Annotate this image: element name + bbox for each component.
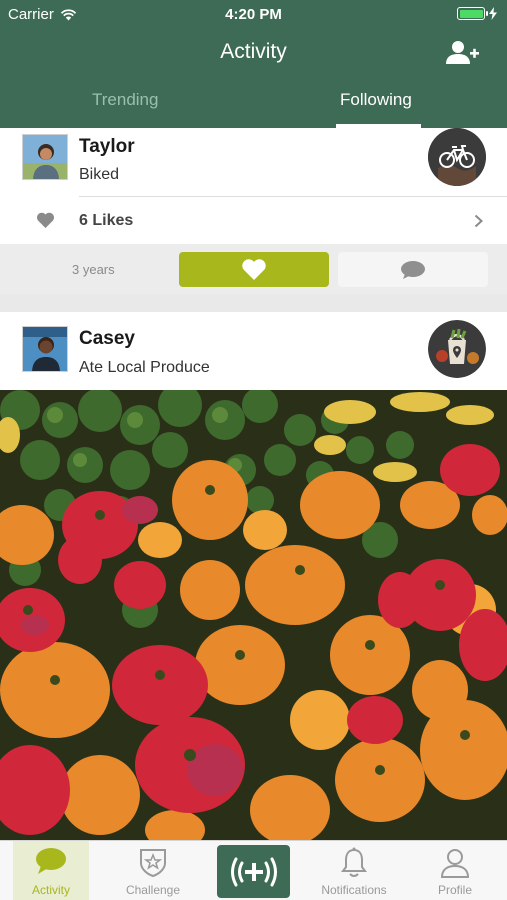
avatar[interactable] bbox=[22, 326, 68, 372]
tab-profile[interactable]: Profile bbox=[410, 841, 500, 900]
charging-bolt-icon bbox=[489, 7, 497, 20]
like-button[interactable] bbox=[179, 252, 329, 287]
tab-label: Challenge bbox=[125, 883, 181, 897]
bicycle-icon bbox=[428, 128, 486, 186]
app-header: Carrier 4:20 PM Activity Trending Follow… bbox=[0, 0, 507, 128]
tab-challenge[interactable]: Challenge bbox=[108, 841, 198, 900]
comment-button[interactable] bbox=[338, 252, 488, 287]
user-name[interactable]: Casey bbox=[79, 328, 135, 350]
battery-indicator bbox=[457, 7, 497, 20]
tab-activity[interactable]: Activity bbox=[13, 841, 89, 900]
activity-type: Ate Local Produce bbox=[79, 359, 210, 376]
add-action-button[interactable] bbox=[217, 845, 290, 898]
status-bar: Carrier 4:20 PM bbox=[0, 0, 507, 28]
produce-basket-icon bbox=[428, 320, 486, 378]
heart-icon bbox=[242, 258, 266, 280]
tab-label: Activity bbox=[31, 883, 70, 897]
page-title: Activity bbox=[220, 40, 287, 63]
tomatoes-photo[interactable] bbox=[0, 390, 507, 840]
action-row: 3 years bbox=[0, 244, 507, 294]
status-time: 4:20 PM bbox=[225, 6, 282, 23]
person-icon bbox=[440, 849, 470, 878]
avatar[interactable] bbox=[22, 134, 68, 180]
speech-bubble-icon bbox=[36, 848, 66, 874]
feed-card[interactable]: Casey Ate Local Produce bbox=[0, 312, 507, 390]
star-shield-icon bbox=[140, 849, 166, 877]
tab-label: Profile bbox=[437, 883, 472, 897]
tab-label: Notifications bbox=[321, 883, 387, 897]
bottom-tab-bar: Activity Challenge Notifications Profile bbox=[0, 840, 507, 900]
add-action-icon bbox=[230, 857, 277, 886]
tab-notifications[interactable]: Notifications bbox=[309, 841, 399, 900]
feed-card[interactable]: Taylor Biked 6 Likes bbox=[0, 128, 507, 244]
bell-icon bbox=[341, 847, 367, 877]
divider bbox=[79, 196, 507, 197]
heart-icon bbox=[36, 212, 55, 228]
user-name[interactable]: Taylor bbox=[79, 136, 135, 158]
battery-icon bbox=[457, 7, 488, 20]
add-friend-icon[interactable] bbox=[444, 38, 480, 68]
tab-following[interactable]: Following bbox=[340, 90, 412, 110]
timestamp: 3 years bbox=[72, 262, 115, 277]
comment-icon bbox=[401, 260, 425, 279]
chevron-right-icon[interactable] bbox=[474, 212, 483, 233]
activity-type: Biked bbox=[79, 166, 120, 183]
likes-count[interactable]: 6 Likes bbox=[79, 212, 133, 230]
tab-trending[interactable]: Trending bbox=[92, 90, 158, 110]
